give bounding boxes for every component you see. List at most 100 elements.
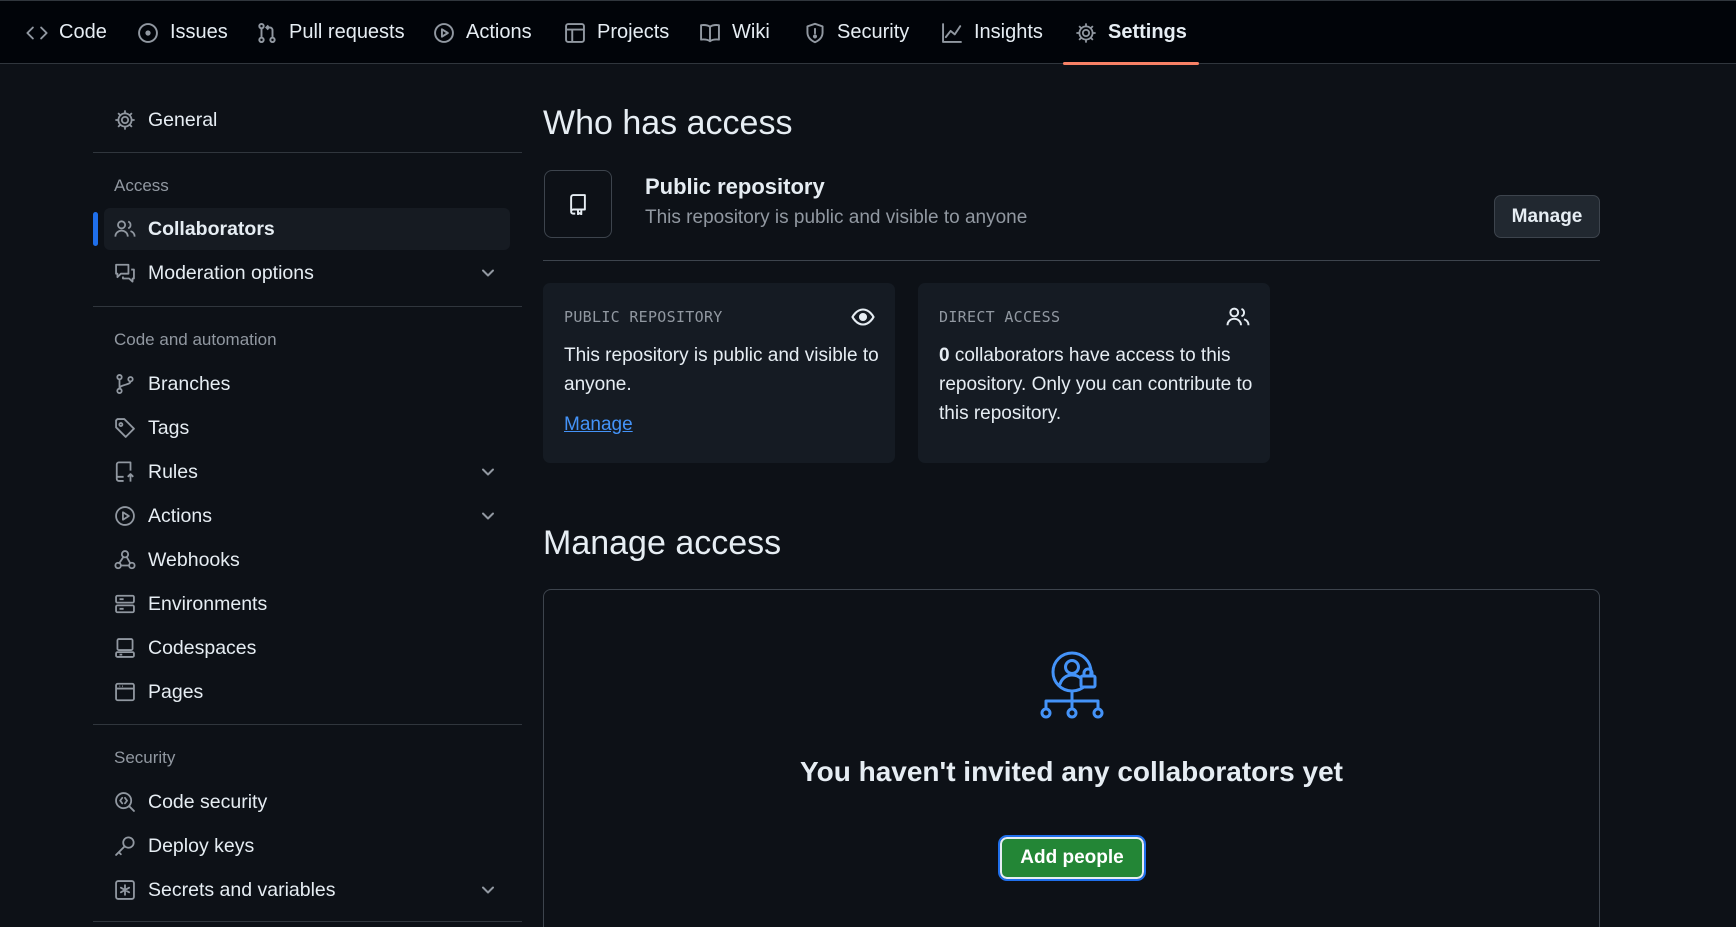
sidebar-item-label: Branches — [148, 372, 231, 395]
asterisk-icon — [115, 880, 135, 900]
repo-icon — [570, 194, 586, 215]
webhook-icon — [114, 550, 136, 570]
tab-settings[interactable]: Settings — [1063, 1, 1199, 65]
table-icon — [565, 22, 585, 43]
tab-actions[interactable]: Actions — [433, 1, 532, 64]
sidebar-item-webhooks[interactable]: Webhooks — [104, 539, 510, 581]
tab-security-label: Security — [837, 21, 910, 43]
card-text: 0 collaborators have access to this repo… — [939, 341, 1254, 428]
sidebar-item-label: Actions — [148, 504, 212, 527]
sidebar-item-environments[interactable]: Environments — [104, 583, 510, 625]
chevron-down-icon — [482, 512, 494, 520]
key-icon — [115, 836, 135, 856]
chevron-down-icon — [482, 886, 494, 894]
tab-settings-label: Settings — [1108, 21, 1187, 43]
tab-projects-label: Projects — [597, 21, 670, 43]
tab-wiki-label: Wiki — [732, 21, 770, 43]
tab-code[interactable]: Code — [26, 1, 107, 64]
tab-security[interactable]: Security — [804, 1, 909, 64]
collaborator-count: 0 — [939, 345, 950, 366]
comment-discussion-icon — [115, 263, 135, 283]
chevron-down-icon — [482, 269, 494, 277]
public-repository-card: PUBLIC REPOSITORY This repository is pub… — [543, 283, 895, 463]
play-icon — [434, 22, 454, 43]
gear-icon — [115, 110, 135, 130]
codescan-icon — [115, 792, 135, 812]
graph-icon — [942, 22, 962, 43]
collaborator-count-text: collaborators have access to this reposi… — [939, 345, 1253, 424]
sidebar-item-collaborators[interactable]: Collaborators — [104, 208, 510, 250]
gear-icon — [1076, 22, 1096, 43]
sidebar-item-label: Webhooks — [148, 548, 240, 571]
card-label: DIRECT ACCESS — [939, 308, 1061, 326]
tab-insights-label: Insights — [974, 21, 1043, 43]
tab-projects[interactable]: Projects — [564, 1, 669, 64]
sidebar-item-codespaces[interactable]: Codespaces — [104, 627, 510, 669]
chevron-down-icon — [482, 468, 494, 476]
sidebar-item-label: Environments — [148, 592, 268, 615]
section-divider — [543, 260, 1600, 261]
server-icon — [115, 594, 135, 614]
shield-icon — [806, 22, 824, 43]
sidebar-item-rules[interactable]: Rules — [104, 451, 510, 493]
sidebar-item-label: Secrets and variables — [148, 878, 336, 901]
sidebar-item-label: Tags — [148, 416, 190, 439]
tab-insights[interactable]: Insights — [941, 1, 1043, 64]
empty-state-title: You haven't invited any collaborators ye… — [800, 756, 1343, 787]
sidebar-item-general[interactable]: General — [104, 99, 510, 141]
sidebar-heading-access: Access — [114, 176, 169, 195]
code-icon — [26, 26, 48, 39]
sidebar-divider — [93, 152, 522, 153]
sidebar-item-label: Moderation options — [148, 261, 314, 284]
tab-pull-requests[interactable]: Pull requests — [256, 1, 405, 64]
repo-nav: Code Issues Pull requests Actions Projec… — [0, 0, 1736, 65]
sidebar-divider — [93, 724, 522, 725]
people-icon — [114, 220, 136, 237]
repo-visibility-description: This repository is public and visible to… — [645, 207, 1028, 228]
sidebar-item-deploy-keys[interactable]: Deploy keys — [104, 825, 510, 867]
sidebar-item-actions[interactable]: Actions — [104, 495, 510, 537]
manage-link[interactable]: Manage — [564, 414, 633, 436]
tab-wiki[interactable]: Wiki — [699, 1, 770, 64]
tab-issues[interactable]: Issues — [137, 1, 228, 64]
add-people-button[interactable]: Add people — [998, 835, 1146, 881]
page-title: Who has access — [543, 104, 793, 142]
play-icon — [115, 506, 135, 526]
repo-visibility-title: Public repository — [645, 174, 825, 199]
direct-access-card: DIRECT ACCESS 0 collaborators have acces… — [918, 283, 1270, 463]
sidebar-heading-security: Security — [114, 748, 176, 767]
repo-visibility-icon-box — [544, 170, 612, 238]
people-lock-illustration-icon — [1040, 651, 1104, 719]
sidebar-item-pages[interactable]: Pages — [104, 671, 510, 713]
book-icon — [700, 23, 720, 42]
tab-code-label: Code — [59, 21, 107, 43]
tag-icon — [115, 418, 135, 438]
active-indicator — [93, 212, 98, 246]
sidebar-heading-code-automation: Code and automation — [114, 330, 277, 349]
tab-pull-requests-label: Pull requests — [289, 21, 405, 43]
card-text: This repository is public and visible to… — [564, 345, 879, 395]
sidebar-item-label: Codespaces — [148, 636, 257, 659]
branch-icon — [116, 374, 134, 394]
sidebar-item-label: Collaborators — [148, 217, 275, 240]
codespaces-icon — [115, 638, 135, 658]
tab-actions-label: Actions — [466, 21, 532, 43]
sidebar-item-label: Rules — [148, 460, 198, 483]
sidebar-item-label: Pages — [148, 680, 204, 703]
sidebar-item-label: Code security — [148, 790, 268, 813]
manage-visibility-button[interactable]: Manage — [1494, 195, 1600, 238]
people-icon — [1226, 307, 1250, 326]
tab-issues-label: Issues — [170, 21, 228, 43]
sidebar-item-code-security[interactable]: Code security — [104, 781, 510, 823]
sidebar-item-label: Deploy keys — [148, 834, 255, 857]
sidebar-item-secrets[interactable]: Secrets and variables — [104, 869, 510, 911]
sidebar-item-moderation[interactable]: Moderation options — [104, 252, 510, 294]
sidebar-item-branches[interactable]: Branches — [104, 363, 510, 405]
browser-icon — [115, 682, 135, 702]
repo-push-icon — [115, 461, 134, 482]
sidebar-item-tags[interactable]: Tags — [104, 407, 510, 449]
sidebar-item-label: General — [148, 108, 218, 131]
card-label: PUBLIC REPOSITORY — [564, 308, 723, 326]
issue-icon — [138, 22, 158, 43]
sidebar-divider — [93, 306, 522, 307]
